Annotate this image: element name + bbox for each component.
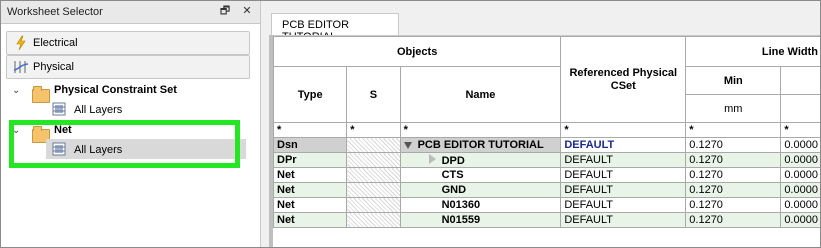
cell-next[interactable]: 0.0000 <box>780 167 820 183</box>
cell-name: DPD <box>399 152 562 168</box>
tab-pcb-editor-tutorial[interactable]: PCB EDITOR TUTORIAL <box>271 13 399 43</box>
physical-label: Physical <box>33 61 74 73</box>
cell-cset[interactable]: DEFAULT <box>560 182 687 198</box>
cell-s <box>346 137 401 153</box>
application-window: Worksheet Selector 🗗 ✕ Electrical Physic… <box>0 0 821 248</box>
cell-next[interactable]: 0.0000 <box>780 182 820 198</box>
cell-type: Net <box>272 197 348 213</box>
expand-triangle-icon[interactable] <box>403 142 412 149</box>
chevron-down-icon[interactable]: ⌄ <box>12 85 22 96</box>
folder-icon <box>32 86 50 103</box>
header-type[interactable]: Type <box>272 66 348 123</box>
table-row[interactable]: Net CTS DEFAULT 0.1270 0.0000 <box>272 167 820 183</box>
cell-type: Net <box>272 212 348 228</box>
table-row[interactable]: DPr DPD DEFAULT 0.1270 0.0000 <box>272 152 820 168</box>
electrical-label: Electrical <box>33 37 78 49</box>
cell-next[interactable]: 0.0000 <box>780 212 820 228</box>
cell-cset[interactable]: DEFAULT <box>560 152 687 168</box>
header-min[interactable]: Min <box>685 66 782 95</box>
filter-type[interactable]: * <box>272 122 348 138</box>
table-row[interactable]: Net N01559 DEFAULT 0.1270 0.0000 <box>272 212 820 228</box>
cell-next[interactable]: 0.0000 <box>780 197 820 213</box>
cell-s <box>346 212 401 228</box>
cell-s <box>346 182 401 198</box>
filter-s[interactable]: * <box>346 122 401 138</box>
cell-cset[interactable]: DEFAULT <box>560 212 687 228</box>
tree-item-physical-constraint-set[interactable]: Physical Constraint Set <box>54 84 177 103</box>
panel-title: Worksheet Selector <box>7 6 103 18</box>
filter-name[interactable]: * <box>399 122 562 138</box>
cell-min[interactable]: 0.1270 <box>685 182 782 198</box>
layers-icon <box>52 102 66 116</box>
cell-s <box>346 197 401 213</box>
header-units: mm <box>685 94 782 123</box>
header-objects: Objects <box>272 36 562 67</box>
cell-min[interactable]: 0.1270 <box>685 197 782 213</box>
cell-min[interactable]: 0.1270 <box>685 137 782 153</box>
table-row[interactable]: Net N01360 DEFAULT 0.1270 0.0000 <box>272 197 820 213</box>
constraint-grid: Objects Referenced Physical CSet Line Wi… <box>272 36 820 228</box>
cell-name: N01559 <box>399 212 562 228</box>
filter-min[interactable]: * <box>685 122 782 138</box>
panel-title-bar: Worksheet Selector 🗗 ✕ <box>1 1 260 24</box>
cell-type: Net <box>272 182 348 198</box>
cell-name: GND <box>399 182 562 198</box>
cell-cset[interactable]: DEFAULT <box>560 137 687 153</box>
cell-name: PCB EDITOR TUTORIAL <box>399 137 562 153</box>
header-name[interactable]: Name <box>399 66 562 123</box>
cell-next[interactable]: 0.0000 <box>780 152 820 168</box>
cell-type: Dsn <box>272 137 348 153</box>
worksheet-area: PCB EDITOR TUTORIAL Objects Referenced P… <box>263 1 820 247</box>
float-window-icon[interactable]: 🗗 <box>218 4 232 18</box>
filter-cset[interactable]: * <box>560 122 687 138</box>
cell-cset[interactable]: DEFAULT <box>560 197 687 213</box>
cell-type: DPr <box>272 152 348 168</box>
cell-min[interactable]: 0.1270 <box>685 152 782 168</box>
worksheet-selector-panel: Worksheet Selector 🗗 ✕ Electrical Physic… <box>1 1 261 247</box>
cell-name: N01360 <box>399 197 562 213</box>
filter-next[interactable]: * <box>780 122 820 138</box>
table-row[interactable]: Net GND DEFAULT 0.1270 0.0000 <box>272 182 820 198</box>
cell-s <box>346 152 401 168</box>
cell-s <box>346 167 401 183</box>
collapsed-triangle-icon[interactable] <box>428 153 436 164</box>
close-icon[interactable]: ✕ <box>240 4 254 18</box>
electrical-button[interactable]: Electrical <box>6 31 250 55</box>
physical-icon <box>13 61 29 73</box>
table-row[interactable]: Dsn PCB EDITOR TUTORIAL DEFAULT 0.1270 0… <box>272 137 820 153</box>
lightning-icon <box>16 35 26 51</box>
cell-min[interactable]: 0.1270 <box>685 212 782 228</box>
green-highlight-box <box>9 120 240 168</box>
header-line-width: Line Width <box>685 36 820 67</box>
header-s[interactable]: S <box>346 66 401 123</box>
cell-type: Net <box>272 167 348 183</box>
header-referenced-cset: Referenced Physical CSet <box>560 36 687 123</box>
cell-min[interactable]: 0.1270 <box>685 167 782 183</box>
cell-name: CTS <box>399 167 562 183</box>
cell-next[interactable]: 0.0000 <box>780 137 820 153</box>
cell-cset[interactable]: DEFAULT <box>560 167 687 183</box>
physical-button[interactable]: Physical <box>6 55 250 79</box>
